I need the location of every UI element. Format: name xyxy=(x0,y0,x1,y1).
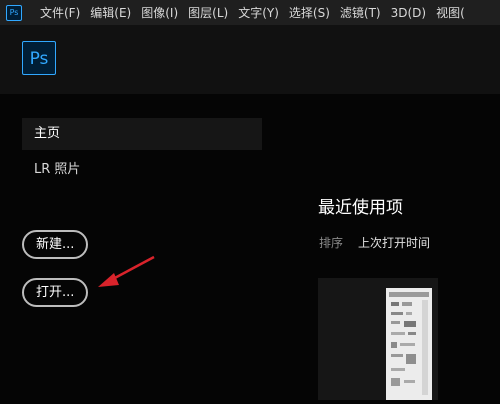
sort-label: 排序 xyxy=(319,236,344,250)
document-preview-icon xyxy=(389,292,429,395)
sort-dropdown[interactable]: 上次打开时间 xyxy=(358,234,430,251)
recent-file-card[interactable] xyxy=(318,278,438,400)
recent-title: 最近使用项 xyxy=(318,198,403,218)
arrow-head xyxy=(98,273,119,287)
recent-file-thumbnail xyxy=(386,288,432,400)
arrow-shaft xyxy=(110,255,155,282)
